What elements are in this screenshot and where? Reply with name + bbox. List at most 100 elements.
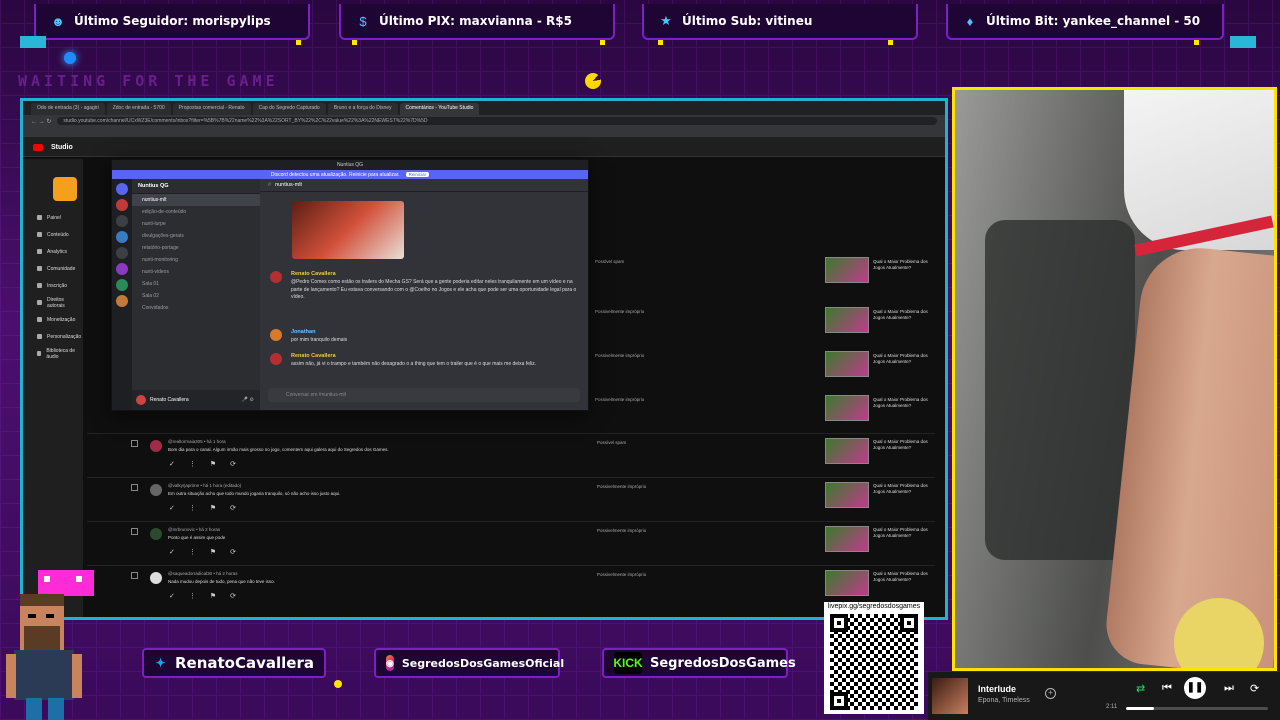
browser-tab-active[interactable]: Comentários - YouTube Studio <box>399 103 480 115</box>
qr-finder <box>900 614 918 632</box>
message-author[interactable]: Renato Cavallera <box>291 353 336 359</box>
avatar[interactable] <box>150 484 162 496</box>
voice-channel-item[interactable]: Sala 01 <box>132 278 260 290</box>
message-input[interactable]: Conversar em #nuntius-mlt <box>268 388 580 402</box>
comment-meta: @valkyrjaprime • há 1 hora (editado) <box>168 483 242 488</box>
nav-arrows-icon[interactable]: ← → ↻ <box>31 118 51 125</box>
video-title: Qual o Maior Problema dos Jogos Atualmen… <box>873 259 928 270</box>
sidebar-item-biblioteca[interactable]: Biblioteca de áudio <box>23 345 83 362</box>
message-text: por mim tranquilo demais <box>291 337 348 343</box>
avatar[interactable] <box>270 353 282 365</box>
previous-icon[interactable]: ⏮ <box>1162 682 1172 695</box>
comment-status: Possível spam <box>597 440 627 445</box>
channel-item[interactable]: nunti-lurpe <box>132 218 260 230</box>
comment-status: Possível spam <box>595 259 625 264</box>
server-icon[interactable] <box>116 263 128 275</box>
channel-item[interactable]: nunti-videos <box>132 266 260 278</box>
sidebar-item-label: Biblioteca de áudio <box>46 347 75 360</box>
livepix-qr: livepix.gg/segredosdosgames <box>824 602 924 714</box>
comment-checkbox[interactable] <box>131 572 138 579</box>
sidebar-item-comunidade[interactable]: Comunidade <box>23 260 83 277</box>
avatar[interactable] <box>150 440 162 452</box>
chat-area: # nuntius-mlt Renato Cavallera @Pedro Co… <box>260 179 588 410</box>
sidebar-item-monetizacao[interactable]: Monetização <box>23 311 83 328</box>
channel-item[interactable]: relatório-portage <box>132 242 260 254</box>
last-follower-text: Último Seguidor: morispylips <box>74 14 271 28</box>
message-author[interactable]: Jonathan <box>291 329 315 335</box>
browser-tab[interactable]: Zdoc de entrada - 5700 <box>106 103 171 115</box>
video-thumbnail[interactable] <box>825 257 869 283</box>
browser-tab[interactable]: Cap do Segredo Capturado <box>252 103 326 115</box>
restart-button[interactable]: Reiniciar <box>405 172 430 177</box>
pause-button[interactable]: ❚❚ <box>1184 677 1206 699</box>
video-thumbnail[interactable] <box>825 438 869 464</box>
avatar[interactable] <box>270 329 282 341</box>
decor-dot <box>352 40 357 45</box>
twitter-handle: ✦ RenatoCavallera <box>142 648 326 678</box>
studio-sidebar: Painel Conteúdo Analytics Comunidade Ins… <box>23 159 83 617</box>
sidebar-item-analytics[interactable]: Analytics <box>23 243 83 260</box>
server-icon[interactable] <box>116 231 128 243</box>
twitter-name: RenatoCavallera <box>174 654 314 672</box>
server-icon[interactable] <box>116 199 128 211</box>
mic-settings-icon[interactable]: 🎤 ⚙ <box>242 397 254 403</box>
comment-actions-icon[interactable]: ✓⋮⚑⟳ <box>169 504 250 512</box>
progress-bar[interactable] <box>1126 707 1268 710</box>
decor-dot <box>658 40 663 45</box>
voice-channel-item[interactable]: Convidados <box>132 302 260 314</box>
voice-channel-item[interactable]: Sala 02 <box>132 290 260 302</box>
comment-actions-icon[interactable]: ✓⋮⚑⟳ <box>169 460 250 468</box>
server-icon[interactable] <box>116 215 128 227</box>
address-bar: ← → ↻ studio.youtube.com/channel/UCxWZ3E… <box>23 115 945 127</box>
avatar[interactable] <box>270 271 282 283</box>
pixel-avatar <box>6 570 94 720</box>
comment-actions-icon[interactable]: ✓⋮⚑⟳ <box>169 592 250 600</box>
shuffle-icon[interactable]: ⇄ <box>1136 682 1145 695</box>
sidebar-item-inscricao[interactable]: Inscrição <box>23 277 83 294</box>
last-follower-alert: ☻ Último Seguidor: morispylips <box>34 4 310 40</box>
discord-window: Nuntius QG Discord detectou uma atualiza… <box>111 159 589 411</box>
channel-item[interactable]: nunti-monitoring <box>132 254 260 266</box>
sidebar-item-personalizacao[interactable]: Personalização <box>23 328 83 345</box>
comment-checkbox[interactable] <box>131 528 138 535</box>
channel-avatar[interactable] <box>53 177 77 201</box>
add-to-library-icon[interactable]: + <box>1045 688 1056 699</box>
browser-tab[interactable]: Bruno e a força do Disney <box>327 103 398 115</box>
video-thumbnail[interactable] <box>825 526 869 552</box>
shared-image[interactable] <box>292 201 404 259</box>
user-panel: Renato Cavallera 🎤 ⚙ <box>132 390 260 410</box>
comment-actions-icon[interactable]: ✓⋮⚑⟳ <box>169 548 250 556</box>
sidebar-item-conteudo[interactable]: Conteúdo <box>23 226 83 243</box>
discord-home-icon[interactable] <box>116 183 128 195</box>
avatar[interactable] <box>150 572 162 584</box>
video-title: Qual o Maior Problema dos Jogos Atualmen… <box>873 439 928 450</box>
repeat-icon[interactable]: ⟳ <box>1250 682 1259 695</box>
server-icon[interactable] <box>116 247 128 259</box>
sidebar-item-painel[interactable]: Painel <box>23 209 83 226</box>
channel-item[interactable]: nuntius-mlt <box>132 194 260 206</box>
server-icon[interactable] <box>116 295 128 307</box>
browser-tab[interactable]: Propostas comercial - Renato <box>172 103 251 115</box>
sidebar-item-direitos[interactable]: Direitos autorais <box>23 294 83 311</box>
browser-tab[interactable]: Odo de entrada (3) - agagiri <box>31 103 105 115</box>
discord-titlebar: Nuntius QG <box>112 160 588 170</box>
video-thumbnail[interactable] <box>825 307 869 333</box>
video-thumbnail[interactable] <box>825 570 869 596</box>
video-thumbnail[interactable] <box>825 482 869 508</box>
server-icon[interactable] <box>116 279 128 291</box>
qr-finder <box>830 692 848 710</box>
avatar[interactable] <box>150 528 162 540</box>
next-icon[interactable]: ⏭ <box>1224 682 1234 695</box>
comment-checkbox[interactable] <box>131 440 138 447</box>
channel-item[interactable]: edição-de-conteúdo <box>132 206 260 218</box>
youtube-logo-icon[interactable] <box>33 143 43 151</box>
message-author[interactable]: Renato Cavallera <box>291 271 336 277</box>
channel-item[interactable]: divulgações-gerais <box>132 230 260 242</box>
avatar[interactable] <box>136 395 146 405</box>
channel-title: nuntius-mlt <box>275 182 302 188</box>
last-sub-text: Último Sub: vitineu <box>682 14 813 28</box>
twitter-icon: ✦ <box>155 656 166 670</box>
comment-checkbox[interactable] <box>131 484 138 491</box>
url-field[interactable]: studio.youtube.com/channel/UCxWZ3E/comme… <box>57 117 937 125</box>
server-name[interactable]: Nuntius QG <box>132 179 260 194</box>
